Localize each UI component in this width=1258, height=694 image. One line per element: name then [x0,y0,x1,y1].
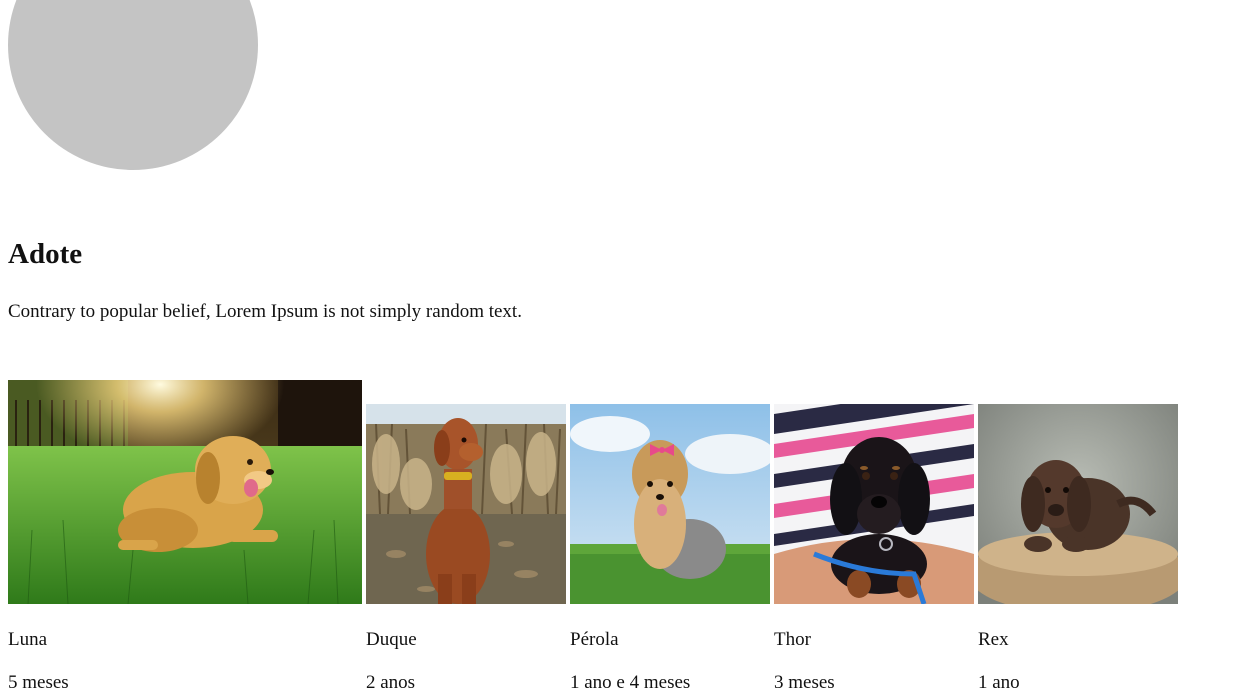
pet-name: Rex [978,629,1009,650]
pet-photo-thor[interactable] [774,404,974,604]
pet-photo-rex[interactable] [978,404,1178,604]
pet-name: Luna [8,629,48,650]
avatar-placeholder [8,0,258,170]
pet-card-duque[interactable]: Duque 2 anos [366,404,566,694]
pet-card-luna[interactable]: Luna 5 meses [8,380,362,694]
pet-card-perola[interactable]: Pérola 1 ano e 4 meses [570,404,770,694]
pet-photo-luna[interactable] [8,380,362,604]
pet-gallery: Luna 5 meses Duque 2 anos Pérola 1 ano e… [8,380,1178,694]
page-title: Adote [8,238,83,270]
pet-name: Pérola [570,629,619,650]
pet-name: Thor [774,629,811,650]
page-description: Contrary to popular belief, Lorem Ipsum … [8,301,522,322]
pet-card-rex[interactable]: Rex 1 ano [978,404,1178,694]
pet-photo-perola[interactable] [570,404,770,604]
pet-name: Duque [366,629,417,650]
pet-photo-duque[interactable] [366,404,566,604]
pet-card-thor[interactable]: Thor 3 meses [774,404,974,694]
